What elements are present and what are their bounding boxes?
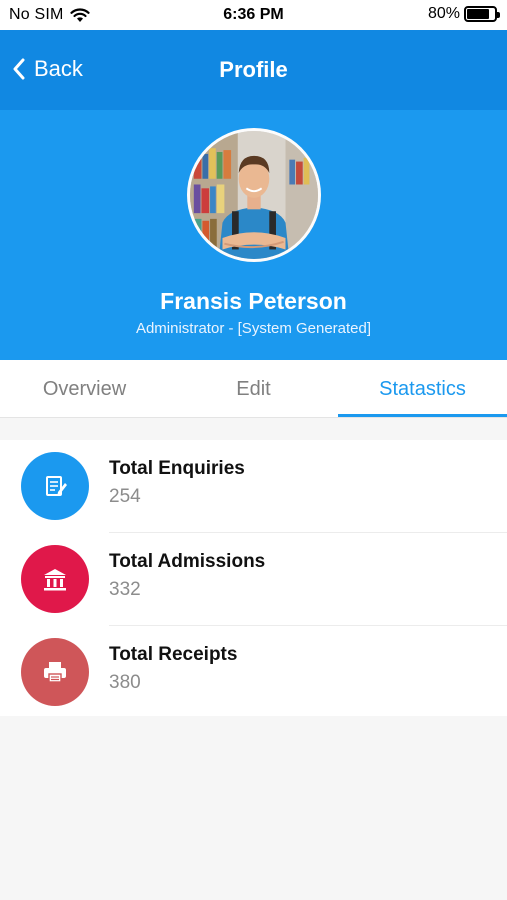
stat-label: Total Receipts	[109, 644, 238, 665]
tab-statistics[interactable]: Statastics	[338, 360, 507, 418]
battery-fill	[467, 9, 489, 19]
institution-icon	[44, 569, 66, 591]
navigation-bar: Back Profile	[0, 30, 507, 110]
stat-value: 380	[109, 672, 141, 693]
stat-value: 332	[109, 579, 141, 600]
active-tab-indicator	[338, 414, 507, 417]
stat-item-admissions[interactable]: Total Admissions 332	[0, 533, 507, 626]
avatar-image	[190, 131, 318, 259]
stat-label: Total Admissions	[109, 551, 266, 572]
page-title: Profile	[219, 57, 288, 82]
profile-role: Administrator - [System Generated]	[135, 320, 372, 337]
enquiries-icon-circle	[21, 452, 89, 520]
stat-item-receipts[interactable]: Total Receipts 380	[0, 626, 507, 719]
stat-item-enquiries[interactable]: Total Enquiries 254	[0, 440, 507, 533]
battery-icon	[464, 6, 500, 22]
printer-icon	[44, 662, 66, 683]
battery-percent: 80%	[427, 5, 460, 22]
tab-overview[interactable]: Overview	[0, 360, 169, 418]
status-right: 80%	[427, 5, 500, 23]
profile-header: Fransis Peterson Administrator - [System…	[0, 110, 507, 360]
status-bar: No SIM 6:36 PM 80%	[0, 0, 507, 30]
admissions-icon-circle	[21, 545, 89, 613]
tab-bar: Overview Edit Statastics	[0, 360, 507, 418]
receipts-icon-circle	[21, 638, 89, 706]
stat-value: 254	[109, 486, 141, 507]
document-edit-icon	[46, 476, 67, 496]
avatar	[187, 128, 321, 262]
tab-edit[interactable]: Edit	[169, 360, 338, 418]
profile-name: Fransis Peterson	[160, 288, 347, 314]
statistics-list: Total Enquiries 254 Total Admissions 332	[0, 440, 507, 716]
stat-label: Total Enquiries	[109, 458, 245, 479]
